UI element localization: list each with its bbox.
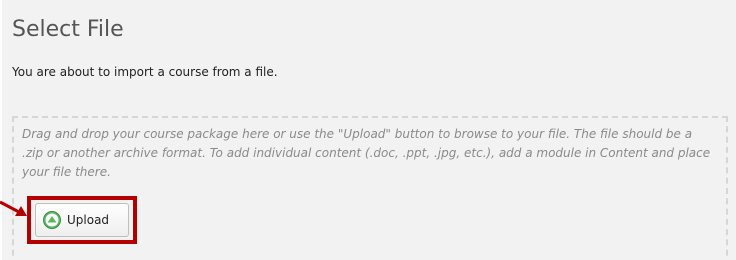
page-title: Select File <box>12 17 124 42</box>
upload-button[interactable]: Upload <box>35 203 129 237</box>
upload-icon <box>43 211 61 229</box>
pointer-arrow-icon <box>0 200 27 216</box>
upload-button-label: Upload <box>67 213 110 227</box>
drop-zone-instructions: Drag and drop your course package here o… <box>22 127 711 179</box>
page-subtitle: You are about to import a course from a … <box>12 65 278 79</box>
